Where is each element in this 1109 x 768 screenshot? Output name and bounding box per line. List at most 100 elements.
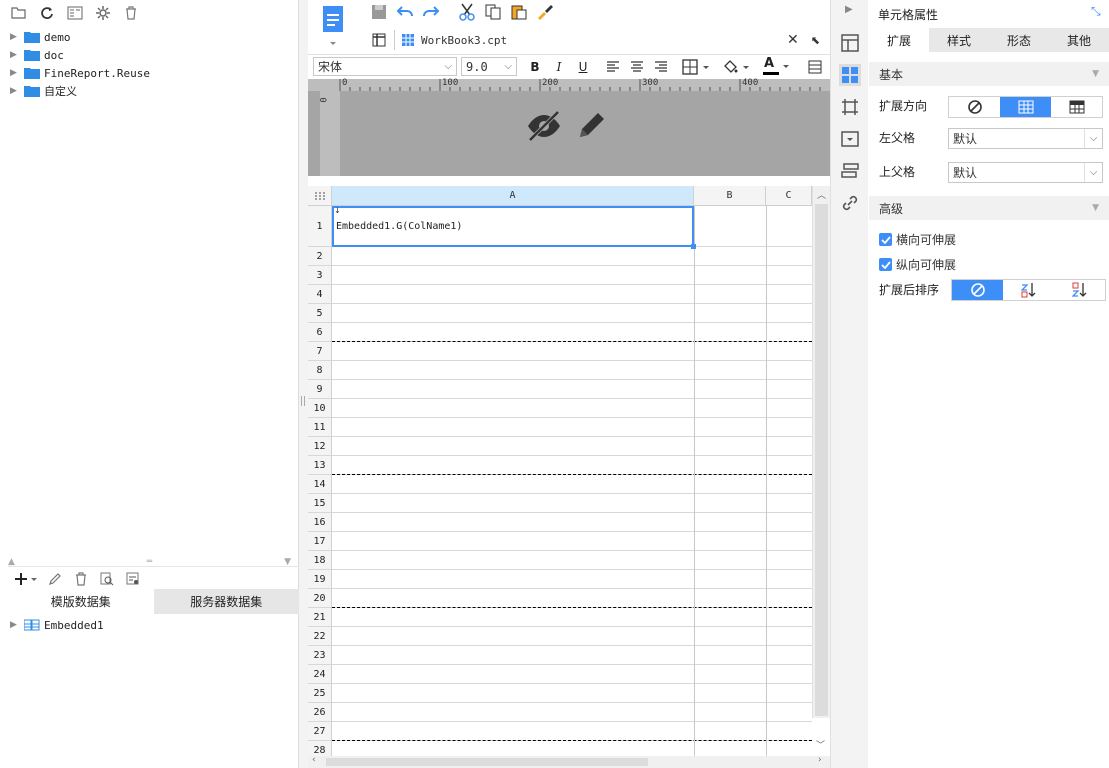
expand-horizontal-button[interactable] bbox=[1051, 97, 1102, 117]
hide-eye-icon[interactable] bbox=[526, 109, 562, 143]
scroll-up-icon[interactable]: ︿ bbox=[817, 188, 826, 201]
select-all-corner[interactable] bbox=[308, 186, 332, 206]
close-tab-icon[interactable]: ✕ bbox=[787, 32, 799, 48]
sort-ascending-button[interactable] bbox=[1003, 280, 1054, 300]
scroll-down-icon[interactable]: ﹀ bbox=[816, 738, 825, 751]
preview-icon[interactable] bbox=[98, 570, 116, 588]
row-header[interactable]: 3 bbox=[308, 266, 332, 285]
add-dataset-icon[interactable] bbox=[14, 570, 38, 588]
row-header[interactable]: 11 bbox=[308, 418, 332, 437]
horizontal-scrollbar[interactable]: ‹ › bbox=[308, 755, 830, 768]
sort-descending-button[interactable] bbox=[1054, 280, 1105, 300]
collapse-ribbon-icon[interactable]: ⬉ bbox=[811, 34, 820, 47]
upper-parent-select[interactable]: 默认 ⌵ bbox=[948, 162, 1103, 183]
row-header[interactable]: 13 bbox=[308, 456, 332, 475]
left-splitter[interactable] bbox=[299, 0, 308, 768]
row-header[interactable]: 2 bbox=[308, 247, 332, 266]
row-header[interactable]: 15 bbox=[308, 494, 332, 513]
cut-icon[interactable] bbox=[458, 3, 476, 21]
widget-icon[interactable] bbox=[839, 128, 861, 150]
expand-panel-icon[interactable]: ▶ bbox=[845, 4, 853, 15]
left-parent-select[interactable]: 默认 ⌵ bbox=[948, 128, 1103, 149]
tab-workbook3[interactable]: WorkBook3.cpt bbox=[421, 34, 507, 47]
row-header[interactable]: 4 bbox=[308, 285, 332, 304]
row-header[interactable]: 20 bbox=[308, 589, 332, 608]
tree-item[interactable]: ▶ demo bbox=[0, 28, 299, 46]
edit-pencil-icon[interactable] bbox=[576, 109, 608, 141]
cell-element-icon[interactable] bbox=[839, 64, 861, 86]
refresh-icon[interactable] bbox=[38, 4, 56, 22]
save-icon[interactable] bbox=[370, 3, 388, 21]
dataset-params-icon[interactable] bbox=[124, 570, 142, 588]
redo-icon[interactable] bbox=[422, 3, 440, 21]
row-header[interactable]: 21 bbox=[308, 608, 332, 627]
row-header[interactable]: 14 bbox=[308, 475, 332, 494]
row-header[interactable]: 26 bbox=[308, 703, 332, 722]
scroll-left-icon[interactable]: ‹ bbox=[312, 755, 316, 765]
splitter-grip-icon[interactable] bbox=[301, 396, 305, 406]
underline-button[interactable]: U bbox=[573, 57, 593, 77]
delete-dataset-icon[interactable] bbox=[72, 570, 90, 588]
expand-vertical-button[interactable] bbox=[1000, 97, 1051, 117]
bold-button[interactable]: B bbox=[525, 57, 545, 77]
fill-handle[interactable] bbox=[691, 244, 696, 249]
horizontal-extendable-checkbox[interactable]: 横向可伸展 bbox=[879, 231, 956, 248]
tab-expand[interactable]: 扩展 bbox=[869, 28, 929, 52]
advanced-section-header[interactable]: 高级 ▼ bbox=[869, 196, 1109, 220]
copy-icon[interactable] bbox=[484, 3, 502, 21]
row-header[interactable]: 9 bbox=[308, 380, 332, 399]
template-info-icon[interactable] bbox=[66, 4, 84, 22]
align-center-button[interactable] bbox=[627, 57, 647, 77]
dataset-item[interactable]: ▶ Embedded1 bbox=[0, 616, 299, 634]
row-header[interactable]: 10 bbox=[308, 399, 332, 418]
expand-arrow-icon[interactable]: ▶ bbox=[10, 50, 24, 60]
cell-grid-icon[interactable] bbox=[370, 31, 388, 49]
basic-section-header[interactable]: 基本 ▼ bbox=[869, 62, 1109, 86]
italic-button[interactable]: I bbox=[549, 57, 569, 77]
row-header[interactable]: 8 bbox=[308, 361, 332, 380]
new-template-button[interactable] bbox=[322, 4, 344, 48]
expand-arrow-icon[interactable]: ▶ bbox=[10, 86, 24, 96]
expand-arrow-icon[interactable]: ▶ bbox=[10, 620, 24, 630]
row-header[interactable]: 12 bbox=[308, 437, 332, 456]
font-size-select[interactable]: 9.0 ⌵ bbox=[461, 57, 517, 76]
font-color-button[interactable]: A bbox=[761, 56, 793, 77]
hscrollbar-thumb[interactable] bbox=[326, 758, 648, 766]
row-header[interactable]: 23 bbox=[308, 646, 332, 665]
tab-style[interactable]: 样式 bbox=[929, 28, 989, 52]
row-header[interactable]: 25 bbox=[308, 684, 332, 703]
row-header[interactable]: 7 bbox=[308, 342, 332, 361]
delete-icon[interactable] bbox=[122, 4, 140, 22]
row-header[interactable]: 17 bbox=[308, 532, 332, 551]
settings-icon[interactable] bbox=[94, 4, 112, 22]
fill-color-button[interactable] bbox=[721, 57, 753, 77]
align-right-button[interactable] bbox=[651, 57, 671, 77]
tree-item[interactable]: ▶ FineReport.Reuse bbox=[0, 64, 299, 82]
edit-icon[interactable] bbox=[46, 570, 64, 588]
column-header-a[interactable]: A bbox=[332, 186, 694, 206]
font-family-select[interactable]: 宋体 ⌵ bbox=[313, 57, 457, 76]
cell-a1[interactable]: Embedded1.G(ColName1) ↓ bbox=[332, 206, 696, 249]
border-frame-icon[interactable] bbox=[839, 96, 861, 118]
condition-icon[interactable] bbox=[839, 160, 861, 182]
row-header[interactable]: 5 bbox=[308, 304, 332, 323]
open-folder-icon[interactable] bbox=[10, 4, 28, 22]
tab-other[interactable]: 其他 bbox=[1049, 28, 1109, 52]
align-left-button[interactable] bbox=[603, 57, 623, 77]
expand-arrow-icon[interactable]: ▶ bbox=[10, 68, 24, 78]
collapse-panel-icon[interactable]: ⤡ bbox=[1091, 4, 1101, 19]
paste-icon[interactable] bbox=[510, 3, 528, 21]
hyperlink-icon[interactable] bbox=[839, 192, 861, 214]
border-button[interactable] bbox=[681, 57, 713, 77]
tab-server-datasets[interactable]: 服务器数据集 bbox=[153, 589, 299, 614]
row-header[interactable]: 27 bbox=[308, 722, 332, 741]
sort-none-button[interactable] bbox=[952, 280, 1003, 300]
tab-form[interactable]: 形态 bbox=[989, 28, 1049, 52]
more-format-button[interactable] bbox=[805, 57, 825, 77]
cell-attribute-icon[interactable] bbox=[839, 32, 861, 54]
row-header[interactable]: 1 bbox=[308, 206, 332, 247]
tab-template-datasets[interactable]: 模版数据集 bbox=[8, 589, 154, 614]
scrollbar-thumb[interactable] bbox=[815, 204, 828, 716]
row-header[interactable]: 24 bbox=[308, 665, 332, 684]
vertical-extendable-checkbox[interactable]: 纵向可伸展 bbox=[879, 256, 956, 273]
